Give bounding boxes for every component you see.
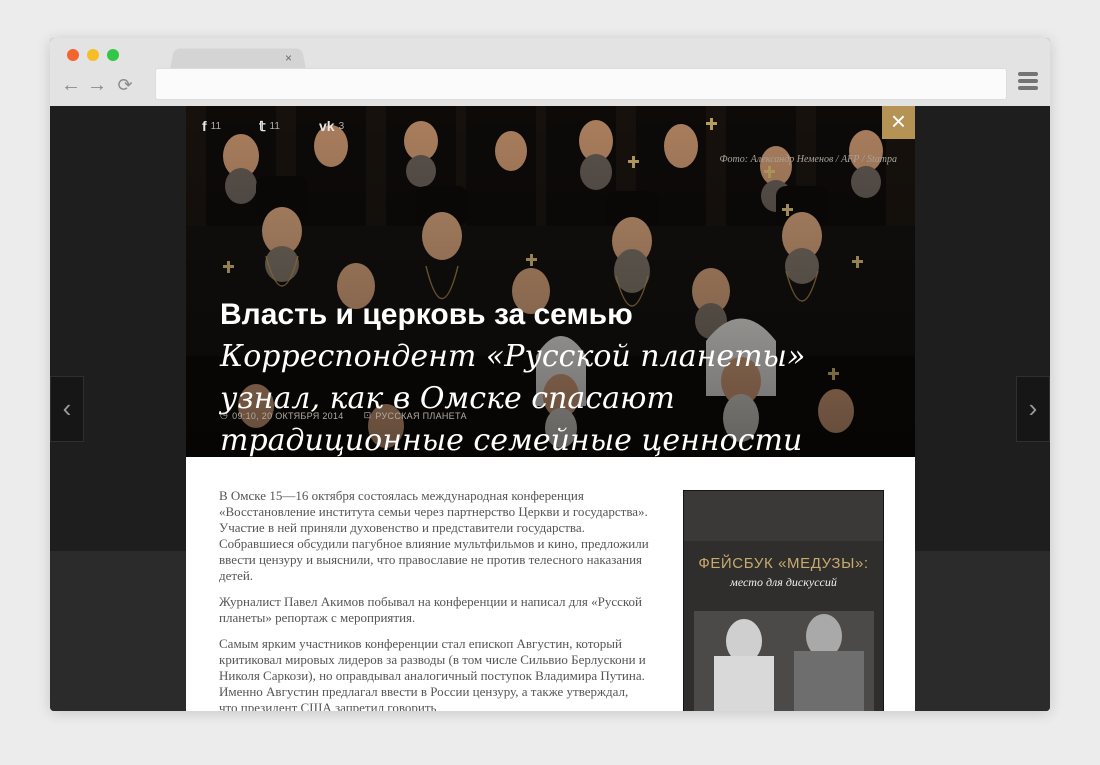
hero-photo: f 11 𝕥 11 vk 3 × Фото: Александр Неменов… <box>186 106 915 457</box>
close-window-button[interactable] <box>67 49 79 61</box>
paragraph: В Омске 15—16 октября состоялась междуна… <box>219 488 649 583</box>
vk-icon: vk <box>319 118 335 134</box>
headline-title: Власть и церковь за семью <box>220 298 633 331</box>
address-bar[interactable] <box>155 68 1007 100</box>
back-arrow-icon[interactable]: ← <box>60 74 82 96</box>
next-article-button[interactable]: › <box>1016 376 1050 442</box>
source-icon: ⊡ <box>363 410 372 420</box>
promo-subtitle: место для дискуссий <box>730 575 837 589</box>
photo-credit: Фото: Александр Неменов / AFP / Stampa <box>719 154 897 165</box>
clock-icon: ◷ <box>220 410 229 420</box>
headline-subtitle: Корреспондент «Русской планеты» узнал, к… <box>220 339 806 457</box>
promo-title: ФЕЙСБУК «МЕДУЗЫ»: <box>698 555 869 572</box>
publish-time-text: 09:10, 20 ОКТЯБРЯ 2014 <box>232 410 344 421</box>
facebook-icon: f <box>202 118 207 134</box>
forward-arrow-icon[interactable]: → <box>86 74 108 96</box>
minimize-window-button[interactable] <box>87 49 99 61</box>
publish-time: ◷ 09:10, 20 ОКТЯБРЯ 2014 <box>220 410 344 421</box>
paragraph: Самым ярким участников конференции стал … <box>219 636 646 711</box>
promo-banner[interactable]: ФЕЙСБУК «МЕДУЗЫ»: место для дискуссий <box>683 490 884 711</box>
twitter-share[interactable]: 𝕥 11 <box>259 118 280 135</box>
paragraph: Журналист Павел Акимов побывал на конфер… <box>219 594 642 625</box>
reload-icon[interactable]: ⟳ <box>114 74 136 96</box>
tab-close-icon[interactable]: × <box>285 50 292 66</box>
facebook-share[interactable]: f 11 <box>202 118 221 134</box>
browser-window: × ← → ⟳ ‹ › f 11 𝕥 11 vk 3 × Фото: Алекс… <box>50 38 1050 711</box>
vk-count: 3 <box>338 120 345 132</box>
close-icon[interactable]: × <box>882 106 915 139</box>
promo-artwork <box>684 491 883 711</box>
page-viewport: ‹ › f 11 𝕥 11 vk 3 × Фото: Александр Нем… <box>50 106 1050 711</box>
vk-share[interactable]: vk 3 <box>319 118 344 134</box>
twitter-icon: 𝕥 <box>259 118 266 134</box>
previous-article-button[interactable]: ‹ <box>50 376 84 442</box>
twitter-count: 11 <box>269 121 280 132</box>
maximize-window-button[interactable] <box>107 49 119 61</box>
article-body: В Омске 15—16 октября состоялась междуна… <box>219 488 649 711</box>
facebook-count: 11 <box>210 120 222 132</box>
source-text: РУССКАЯ ПЛАНЕТА <box>375 410 467 421</box>
hamburger-menu-icon[interactable] <box>1018 72 1038 92</box>
article-meta: ◷ 09:10, 20 ОКТЯБРЯ 2014 ⊡ РУССКАЯ ПЛАНЕ… <box>220 410 467 421</box>
source-link[interactable]: ⊡ РУССКАЯ ПЛАНЕТА <box>364 410 467 421</box>
article-headline: Власть и церковь за семью Корреспондент … <box>220 294 870 457</box>
browser-chrome: × ← → ⟳ <box>50 38 1050 107</box>
article-card: f 11 𝕥 11 vk 3 × Фото: Александр Неменов… <box>186 106 915 711</box>
